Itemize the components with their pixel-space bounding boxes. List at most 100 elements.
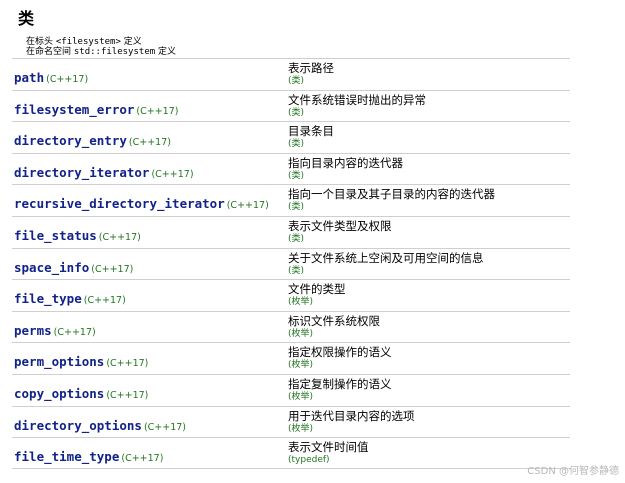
class-name-cell: space_info (C++17) (14, 257, 133, 276)
header-link[interactable]: <filesystem> (56, 37, 121, 47)
class-list: path (C++17) 表示路径 (类) filesystem_error (C+… (12, 58, 570, 469)
class-link[interactable]: copy_options (14, 386, 104, 401)
class-name-cell: copy_options (C++17) (14, 383, 148, 402)
description-cell: 用于迭代目录内容的选项 (枚举) (288, 409, 415, 435)
table-row: directory_options (C++17) 用于迭代目录内容的选项 (枚举… (12, 405, 570, 438)
namespace-line-suffix: 定义 (155, 47, 177, 57)
description: 指向一个目录及其子目录的内容的迭代器 (288, 187, 495, 202)
description: 表示文件类型及权限 (288, 218, 392, 233)
table-row: perm_options (C++17) 指定权限操作的语义 (枚举) (12, 342, 570, 374)
table-row: filesystem_error (C++17) 文件系统错误时抛出的异常 (类) (12, 89, 570, 122)
namespace-link[interactable]: std::filesystem (74, 47, 155, 57)
description: 标识文件系统权限 (288, 313, 380, 328)
class-link[interactable]: perms (14, 323, 52, 338)
table-row: copy_options (C++17) 指定复制操作的语义 (枚举) (12, 373, 570, 406)
kind-label: (类) (288, 233, 305, 244)
version-tag: (C++17) (128, 137, 171, 149)
description-cell: 关于文件系统上空闲及可用空间的信息 (类) (288, 251, 484, 277)
class-name-cell: recursive_directory_iterator (C++17) (14, 193, 269, 212)
class-link[interactable]: space_info (14, 260, 89, 275)
table-row: directory_entry (C++17) 目录条目 (类) (12, 121, 570, 153)
version-tag: (C++17) (121, 453, 164, 465)
description: 关于文件系统上空闲及可用空间的信息 (288, 250, 484, 265)
class-name-cell: file_status (C++17) (14, 225, 141, 244)
class-link[interactable]: file_time_type (14, 449, 119, 464)
table-row: recursive_directory_iterator (C++17) 指向一个… (12, 184, 570, 216)
description-cell: 表示文件类型及权限 (类) (288, 219, 392, 245)
class-name-cell: file_time_type (C++17) (14, 446, 163, 465)
kind-label: (类) (288, 170, 305, 181)
version-tag: (C++17) (106, 358, 149, 370)
namespace-line-prefix: 在命名空间 (26, 47, 74, 57)
kind-label: (typedef) (288, 455, 330, 466)
description-cell: 标识文件系统权限 (枚举) (288, 314, 380, 340)
kind-label: (类) (288, 202, 305, 213)
header-line-suffix: 定义 (120, 37, 142, 47)
description-cell: 文件系统错误时抛出的异常 (类) (288, 93, 426, 119)
table-row: directory_iterator (C++17) 指向目录内容的迭代器 (类) (12, 152, 570, 185)
class-name-cell: path (C++17) (14, 67, 88, 86)
class-name-cell: filesystem_error (C++17) (14, 99, 178, 118)
class-name-cell: file_type (C++17) (14, 288, 126, 307)
description: 文件系统错误时抛出的异常 (288, 92, 426, 107)
description-cell: 目录条目 (类) (288, 124, 334, 150)
version-tag: (C++17) (143, 421, 186, 433)
class-link[interactable]: perm_options (14, 354, 104, 369)
namespace-line: 在命名空间 std::filesystem 定义 (26, 47, 176, 57)
watermark: CSDN @何智参静德 (527, 466, 619, 477)
kind-label: (枚举) (288, 360, 314, 371)
version-tag: (C++17) (151, 168, 194, 180)
description-cell: 指向目录内容的迭代器 (类) (288, 156, 403, 182)
version-tag: (C++17) (136, 105, 179, 117)
version-tag: (C++17) (91, 263, 134, 275)
class-name-cell: perm_options (C++17) (14, 351, 148, 370)
description: 文件的类型 (288, 282, 346, 297)
description-cell: 表示路径 (类) (288, 61, 334, 87)
class-name-cell: perms (C++17) (14, 320, 96, 339)
description-cell: 指向一个目录及其子目录的内容的迭代器 (类) (288, 187, 495, 213)
header-line: 在标头 <filesystem> 定义 (26, 37, 176, 47)
class-link[interactable]: path (14, 70, 44, 85)
description: 目录条目 (288, 124, 334, 139)
class-link[interactable]: directory_iterator (14, 165, 149, 180)
description: 指向目录内容的迭代器 (288, 155, 403, 170)
description: 表示文件时间值 (288, 440, 369, 455)
class-link[interactable]: file_status (14, 228, 97, 243)
class-link[interactable]: filesystem_error (14, 102, 134, 117)
class-link[interactable]: directory_entry (14, 133, 127, 148)
table-row: file_time_type (C++17) 表示文件时间值 (typedef) (12, 437, 570, 469)
header-line-prefix: 在标头 (26, 37, 56, 47)
kind-label: (类) (288, 265, 305, 276)
kind-label: (枚举) (288, 297, 314, 308)
description-cell: 文件的类型 (枚举) (288, 282, 346, 308)
kind-label: (类) (288, 76, 305, 86)
definition-info: 在标头 <filesystem> 定义 在命名空间 std::filesyste… (26, 37, 176, 57)
table-row: perms (C++17) 标识文件系统权限 (枚举) (12, 310, 570, 343)
table-row: path (C++17) 表示路径 (类) (12, 58, 570, 90)
description: 用于迭代目录内容的选项 (288, 408, 415, 423)
description: 指定权限操作的语义 (288, 345, 392, 360)
kind-label: (类) (288, 107, 305, 118)
version-tag: (C++17) (226, 200, 269, 212)
kind-label: (枚举) (288, 423, 314, 434)
page-heading: 类 (18, 9, 35, 28)
table-row: file_status (C++17) 表示文件类型及权限 (类) (12, 215, 570, 248)
class-link[interactable]: file_type (14, 291, 82, 306)
class-link[interactable]: recursive_directory_iterator (14, 196, 225, 211)
version-tag: (C++17) (83, 295, 126, 307)
version-tag: (C++17) (53, 326, 96, 338)
table-row: file_type (C++17) 文件的类型 (枚举) (12, 279, 570, 311)
description: 指定复制操作的语义 (288, 376, 392, 391)
description: 表示路径 (288, 61, 334, 75)
kind-label: (枚举) (288, 391, 314, 402)
version-tag: (C++17) (106, 389, 149, 401)
version-tag: (C++17) (46, 74, 89, 85)
kind-label: (类) (288, 139, 305, 150)
class-link[interactable]: directory_options (14, 418, 142, 433)
class-name-cell: directory_entry (C++17) (14, 130, 171, 149)
class-name-cell: directory_iterator (C++17) (14, 162, 194, 181)
description-cell: 表示文件时间值 (typedef) (288, 440, 369, 466)
description-cell: 指定复制操作的语义 (枚举) (288, 377, 392, 403)
table-row: space_info (C++17) 关于文件系统上空闲及可用空间的信息 (类) (12, 247, 570, 280)
kind-label: (枚举) (288, 328, 314, 339)
